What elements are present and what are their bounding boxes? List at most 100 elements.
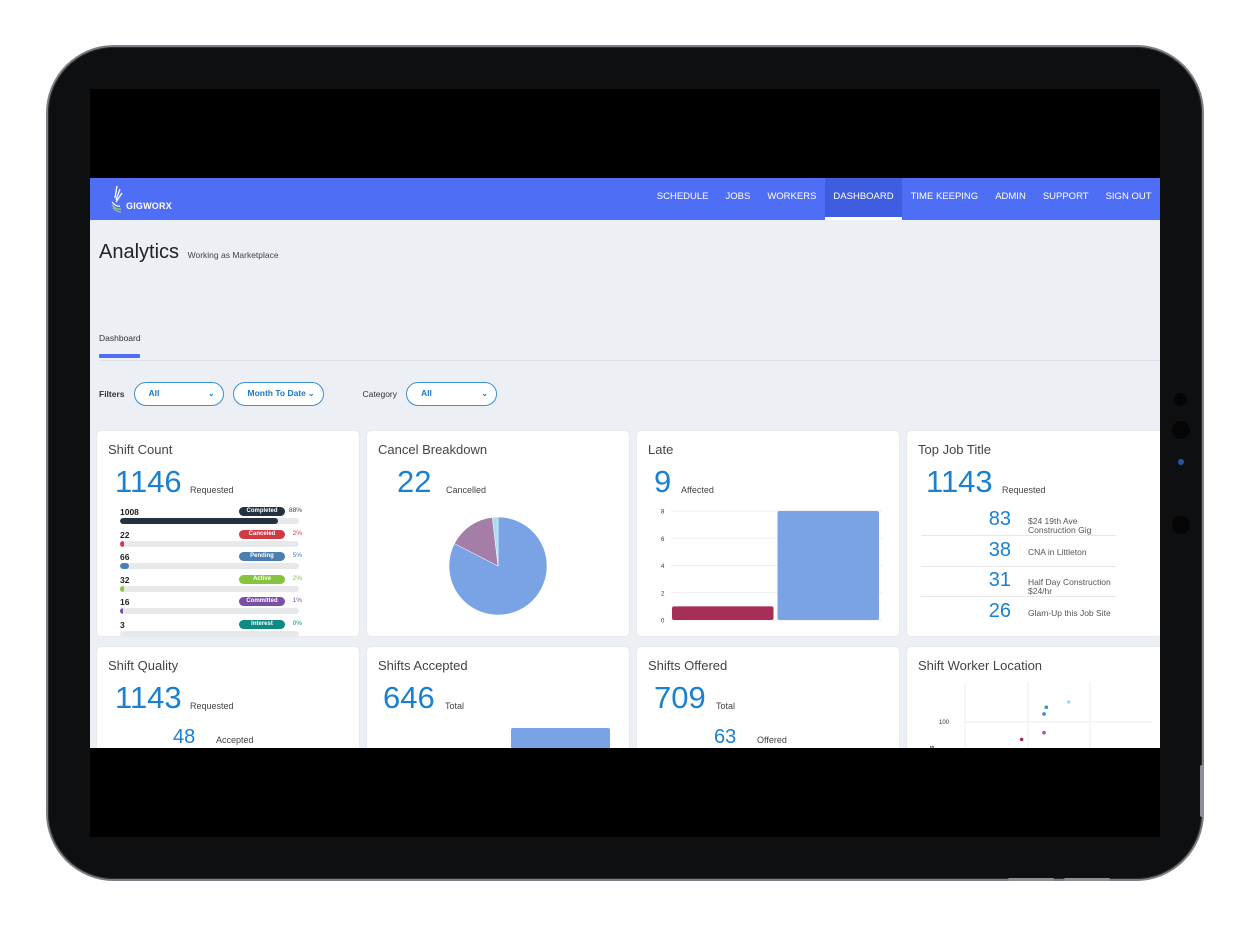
category-label: Category [362,389,398,399]
job-title: Glam-Up this Job Site [1028,607,1111,618]
late-bar-1[interactable] [777,511,880,620]
row-divider [921,535,1116,536]
nav-workers[interactable]: WORKERS [759,178,825,220]
status-count: 3 [120,619,125,630]
scatter-point-1[interactable] [1044,705,1049,710]
status-progress-fill [120,585,124,592]
cancel-breakdown-card: Cancel Breakdown 22 Cancelled [367,431,629,636]
scatter-point-4[interactable] [1019,737,1024,742]
row-divider [921,565,1116,567]
filters-label: Filters [99,389,125,399]
card-title: Top Job Title [918,442,991,457]
main-nav: SCHEDULE JOBS WORKERS DASHBOARD TIME KEE… [648,178,1160,220]
filter-select-1[interactable]: All ⌄ [133,382,224,406]
job-count: 38 [988,538,1011,561]
top-job-value: 1143 [926,464,993,499]
status-count: 22 [120,529,130,540]
nav-time-keeping[interactable]: TIME KEEPING [902,178,987,220]
bottom-button-right [1064,878,1110,881]
status-badge: Canceled [239,529,285,539]
shifts-accepted-label: Total [445,701,465,711]
status-progress-fill [120,563,129,569]
filter-bar: Filters All ⌄ Month To Date ⌄ Category A… [99,382,506,406]
status-percent: 1% [292,597,302,604]
card-title: Shifts Accepted [378,658,468,673]
status-row-interest: 3 Interest 0% [120,619,302,636]
shift-worker-location-card: Shift Worker Location 100 Shifts [907,647,1160,748]
status-progress-track [120,518,299,524]
status-count: 66 [120,552,130,562]
shifts-accepted-value: 646 [383,680,435,715]
status-badge: Pending [239,552,285,561]
status-percent: 2% [292,529,302,537]
job-count: 31 [988,569,1011,591]
status-percent: 88% [288,507,302,514]
status-progress-track [120,540,299,547]
offered-label: Offered [757,735,787,745]
chevron-down-icon: ⌄ [305,383,315,404]
page-title-text: Analytics [99,241,180,263]
bottom-button-left [1008,878,1054,881]
chevron-down-icon: ⌄ [481,389,489,398]
category-select[interactable]: All ⌄ [406,382,498,406]
card-title: Shift Count [108,442,173,457]
shifts-accepted-card: Shifts Accepted 646 Total [367,647,629,748]
page-title: Analytics Working as Marketplace [99,241,279,264]
status-badge: Committed [239,597,285,606]
status-count: 32 [120,574,130,585]
status-progress-fill [120,540,124,547]
shift-count-label: Requested [190,485,234,495]
scatter-point-0[interactable] [1066,700,1071,704]
card-title: Shift Quality [108,658,179,673]
date-range-select[interactable]: Month To Date ⌄ [232,382,324,406]
nav-support[interactable]: SUPPORT [1034,178,1097,220]
job-count: 83 [988,508,1011,530]
offered-value: 63 [714,726,737,748]
card-title: Shifts Offered [648,658,728,673]
status-percent: 0% [292,619,302,627]
gigworx-logo[interactable]: GIGWORX [108,184,172,214]
status-progress-track [120,608,299,614]
tab-dashboard[interactable]: Dashboard [99,333,141,343]
sensor-icon [1174,393,1187,406]
late-card: Late 9 Affected 02468 [637,431,899,636]
gigworx-app: GIGWORX SCHEDULE JOBS WORKERS DASHBOARD … [90,178,1160,748]
late-bar-0[interactable] [672,606,774,620]
page-subtitle: Working as Marketplace [187,250,279,260]
nav-sign-out[interactable]: SIGN OUT [1097,178,1160,220]
top-navbar: GIGWORX SCHEDULE JOBS WORKERS DASHBOARD … [90,178,1160,220]
tablet-screen: GIGWORX SCHEDULE JOBS WORKERS DASHBOARD … [90,89,1160,837]
shift-count-card: Shift Count 1146 Requested 1008 Completed… [97,431,359,636]
status-count: 1008 [120,507,139,517]
nav-schedule[interactable]: SCHEDULE [648,178,717,220]
status-row-pending: 66 Pending 5% [120,552,302,572]
status-badge: Interest [239,619,285,629]
y-tick-label: 6 [661,537,665,543]
status-row-committed: 16 Committed 1% [120,597,302,617]
nav-jobs[interactable]: JOBS [717,178,759,220]
y-tick-label: 8 [661,510,665,516]
tab-divider [99,360,1160,361]
shift-quality-label: Requested [190,701,234,711]
nav-dashboard[interactable]: DASHBOARD [824,178,903,220]
shift-quality-value: 1143 [115,680,182,715]
top-job-title-card: Top Job Title 1143 Requested 83 $24 19th … [907,431,1160,636]
accepted-value: 48 [173,726,196,748]
chevron-down-icon: ⌄ [207,389,215,398]
cancel-pie-chart [448,516,548,616]
status-progress-fill [120,608,123,614]
y-tick-label: 0 [661,619,665,625]
shifts-offered-label: Total [716,701,736,711]
status-row-completed: 1008 Completed 88% [120,507,302,527]
y-tick-label: 2 [661,591,665,597]
job-count: 26 [988,599,1011,622]
scatter-point-2[interactable] [1042,712,1046,716]
scatter-point-3[interactable] [1042,730,1046,735]
row-divider [921,596,1116,597]
active-tab-indicator [99,354,140,358]
y-tick-label: 4 [661,564,665,570]
shifts-offered-value: 709 [654,680,706,715]
top-job-label: Requested [1002,485,1046,495]
status-progress-track [120,585,299,592]
nav-admin[interactable]: ADMIN [987,178,1035,220]
